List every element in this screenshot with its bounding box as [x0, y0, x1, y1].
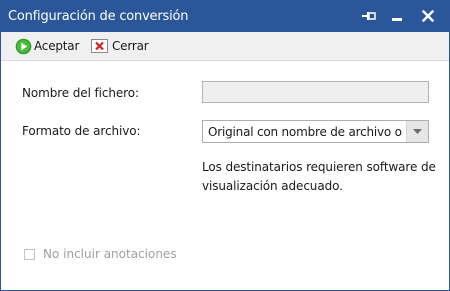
play-circle-icon — [15, 38, 32, 54]
close-icon — [422, 10, 434, 22]
format-label: Formato de archivo: — [22, 124, 141, 138]
title-bar[interactable]: Configuración de conversión — [1, 1, 449, 32]
conversion-settings-dialog: Configuración de conversión Aceptar Cerr… — [0, 0, 450, 291]
filename-label: Nombre del fichero: — [22, 86, 139, 100]
accept-button[interactable]: Aceptar — [15, 37, 79, 55]
toolbar: Aceptar Cerrar — [1, 32, 449, 61]
no-annotations-checkbox[interactable] — [24, 248, 35, 260]
filename-input[interactable] — [202, 81, 429, 103]
close-window-button[interactable] — [417, 6, 439, 26]
no-annotations-option[interactable]: No incluir anotaciones — [24, 247, 177, 261]
close-x-icon — [91, 39, 108, 53]
format-select[interactable]: Original con nombre de archivo original — [202, 120, 429, 143]
minimize-button[interactable] — [386, 6, 408, 26]
pin-button[interactable] — [358, 6, 380, 26]
pin-icon — [362, 12, 376, 20]
minimize-icon — [392, 18, 402, 21]
window-title: Configuración de conversión — [8, 9, 189, 24]
close-button-label: Cerrar — [112, 39, 149, 53]
format-select-value: Original con nombre de archivo original — [208, 125, 403, 139]
no-annotations-label: No incluir anotaciones — [43, 247, 177, 261]
viewer-requirement-note: Los destinatarios requieren software de … — [202, 160, 436, 193]
close-button[interactable]: Cerrar — [91, 37, 149, 55]
accept-button-label: Aceptar — [34, 39, 80, 53]
format-select-arrow[interactable] — [406, 121, 428, 142]
chevron-down-icon — [413, 129, 422, 134]
